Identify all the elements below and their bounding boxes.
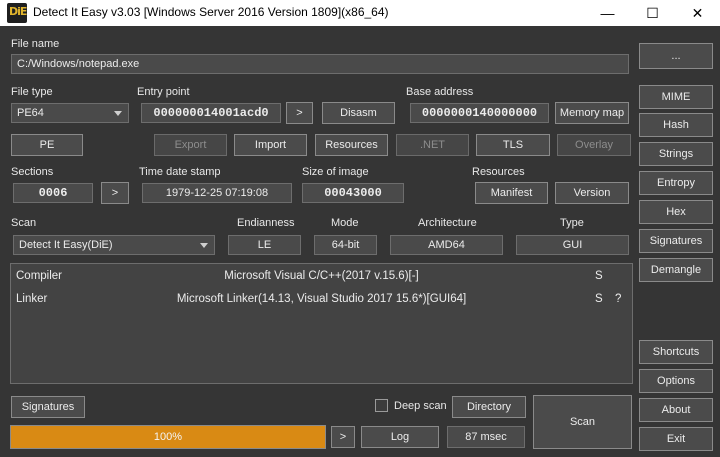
architecture-label: Architecture bbox=[418, 217, 477, 229]
import-button[interactable]: Import bbox=[234, 134, 307, 156]
time-date-stamp-label: Time date stamp bbox=[139, 166, 221, 178]
version-button[interactable]: Version bbox=[555, 182, 629, 204]
file-type-select[interactable]: PE64 bbox=[11, 103, 129, 123]
entry-point-field[interactable]: 000000014001acd0 bbox=[141, 103, 281, 123]
entry-point-go-button[interactable]: > bbox=[286, 102, 313, 124]
exit-button[interactable]: Exit bbox=[639, 427, 713, 451]
die-logo-icon: DiE bbox=[7, 3, 27, 23]
file-type-label: File type bbox=[11, 86, 53, 98]
scan-label: Scan bbox=[11, 217, 37, 229]
file-type-value: PE64 bbox=[17, 107, 44, 119]
progress-bar: 100% bbox=[10, 425, 326, 449]
log-button[interactable]: Log bbox=[361, 426, 439, 448]
base-address-field[interactable]: 0000000140000000 bbox=[410, 103, 549, 123]
type-label: Type bbox=[560, 217, 584, 229]
file-path-field[interactable]: C:/Windows/notepad.exe bbox=[11, 54, 629, 74]
directory-button[interactable]: Directory bbox=[452, 396, 526, 418]
mode-field[interactable]: 64-bit bbox=[314, 235, 377, 255]
signatures-button[interactable]: Signatures bbox=[11, 396, 85, 418]
base-address-label: Base address bbox=[406, 86, 474, 98]
export-button[interactable]: Export bbox=[154, 134, 227, 156]
options-button[interactable]: Options bbox=[639, 369, 713, 393]
scan-engine-select[interactable]: Detect It Easy(DiE) bbox=[13, 235, 215, 255]
chevron-down-icon bbox=[200, 243, 208, 248]
shortcuts-button[interactable]: Shortcuts bbox=[639, 340, 713, 364]
disasm-button[interactable]: Disasm bbox=[322, 102, 395, 124]
window-title: Detect It Easy v3.03 [Windows Server 201… bbox=[33, 5, 389, 19]
pe-button[interactable]: PE bbox=[11, 134, 83, 156]
browse-button[interactable]: ... bbox=[639, 43, 713, 69]
sections-label: Sections bbox=[11, 166, 54, 178]
tls-button[interactable]: TLS bbox=[476, 134, 550, 156]
progress-go-button[interactable]: > bbox=[331, 426, 355, 448]
result-name: Microsoft Linker(14.13, Visual Studio 20… bbox=[176, 293, 467, 305]
net-button[interactable]: .NET bbox=[396, 134, 469, 156]
type-field[interactable]: GUI bbox=[516, 235, 629, 255]
entry-point-label: Entry point bbox=[137, 86, 190, 98]
overlay-button[interactable]: Overlay bbox=[557, 134, 631, 156]
deep-scan-label[interactable]: Deep scan bbox=[394, 400, 447, 412]
memory-map-button[interactable]: Memory map bbox=[555, 102, 629, 124]
close-button[interactable]: ✕ bbox=[675, 0, 720, 26]
mime-button[interactable]: MIME bbox=[639, 85, 713, 109]
scan-button[interactable]: Scan bbox=[533, 395, 632, 449]
scan-results-panel[interactable]: Compiler Microsoft Visual C/C++(2017 v.1… bbox=[10, 263, 633, 384]
minimize-button[interactable]: — bbox=[585, 0, 630, 26]
title-bar: DiE Detect It Easy v3.03 [Windows Server… bbox=[0, 0, 720, 26]
result-name: Microsoft Visual C/C++(2017 v.15.6)[-] bbox=[224, 270, 419, 282]
scan-engine-value: Detect It Easy(DiE) bbox=[19, 239, 113, 251]
endianness-label: Endianness bbox=[237, 217, 295, 229]
result-flag[interactable]: S bbox=[595, 270, 603, 282]
deep-scan-checkbox[interactable] bbox=[375, 399, 388, 412]
scan-time-field: 87 msec bbox=[447, 426, 525, 448]
about-button[interactable]: About bbox=[639, 398, 713, 422]
mode-label: Mode bbox=[331, 217, 359, 229]
entropy-button[interactable]: Entropy bbox=[639, 171, 713, 195]
architecture-field[interactable]: AMD64 bbox=[390, 235, 503, 255]
resources-label: Resources bbox=[472, 166, 525, 178]
result-flag[interactable]: S bbox=[595, 293, 603, 305]
demangle-button[interactable]: Demangle bbox=[639, 258, 713, 282]
endianness-field[interactable]: LE bbox=[228, 235, 301, 255]
manifest-button[interactable]: Manifest bbox=[475, 182, 548, 204]
result-extra[interactable]: ? bbox=[615, 293, 621, 305]
file-name-label: File name bbox=[11, 38, 60, 50]
signatures-sidebar-button[interactable]: Signatures bbox=[639, 229, 713, 253]
sections-go-button[interactable]: > bbox=[101, 182, 129, 204]
sections-field[interactable]: 0006 bbox=[13, 183, 93, 203]
hex-button[interactable]: Hex bbox=[639, 200, 713, 224]
time-date-stamp-field[interactable]: 1979-12-25 07:19:08 bbox=[142, 183, 292, 203]
hash-button[interactable]: Hash bbox=[639, 113, 713, 137]
result-row[interactable]: Linker Microsoft Linker(14.13, Visual St… bbox=[11, 289, 632, 311]
size-of-image-field[interactable]: 00043000 bbox=[302, 183, 404, 203]
result-row[interactable]: Compiler Microsoft Visual C/C++(2017 v.1… bbox=[11, 266, 632, 288]
maximize-button[interactable]: ☐ bbox=[630, 0, 675, 26]
strings-button[interactable]: Strings bbox=[639, 142, 713, 166]
resources-button[interactable]: Resources bbox=[315, 134, 388, 156]
progress-text: 100% bbox=[153, 431, 183, 443]
size-of-image-label: Size of image bbox=[302, 166, 369, 178]
chevron-down-icon bbox=[114, 111, 122, 116]
